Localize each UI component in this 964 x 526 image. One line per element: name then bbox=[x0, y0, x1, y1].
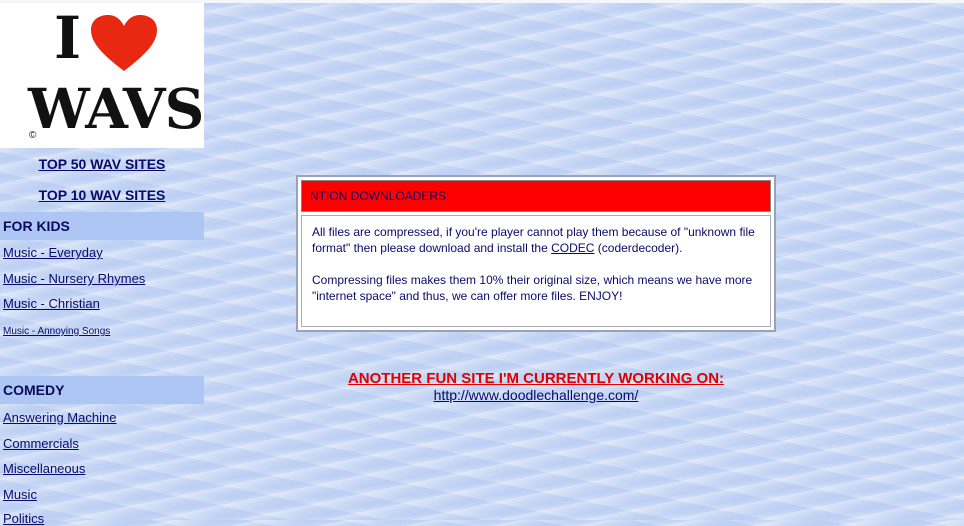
heart-icon bbox=[91, 15, 157, 71]
notice-body: All files are compressed, if you're play… bbox=[301, 215, 771, 327]
section-header-comedy: COMEDY bbox=[0, 376, 204, 404]
nav-link-music-everyday[interactable]: Music - Everyday bbox=[3, 245, 103, 260]
top10-link[interactable]: TOP 10 WAV SITES bbox=[0, 187, 204, 203]
notice-paragraph-2: Compressing files makes them 10% their o… bbox=[312, 273, 753, 303]
codec-link[interactable]: CODEC bbox=[551, 241, 594, 255]
fun-site-heading: ANOTHER FUN SITE I'M CURRENTLY WORKING O… bbox=[347, 370, 725, 387]
nav-link-commercials[interactable]: Commercials bbox=[3, 436, 79, 451]
top50-link[interactable]: TOP 50 WAV SITES bbox=[0, 156, 204, 172]
logo-letter: I bbox=[54, 4, 82, 72]
fun-site-block: ANOTHER FUN SITE I'M CURRENTLY WORKING O… bbox=[296, 370, 776, 405]
notice-box: NTION DOWNLOADERS: All files are compres… bbox=[296, 175, 776, 332]
nav-link-answering-machine[interactable]: Answering Machine bbox=[3, 410, 116, 425]
logo-word: WAVS bbox=[28, 76, 204, 141]
nav-link-annoying-songs[interactable]: Music - Annoying Songs bbox=[3, 326, 110, 337]
notice-header: NTION DOWNLOADERS: bbox=[301, 180, 771, 212]
site-logo: I WAVS © bbox=[0, 3, 204, 148]
nav-link-nursery-rhymes[interactable]: Music - Nursery Rhymes bbox=[3, 271, 145, 286]
nav-link-politics[interactable]: Politics bbox=[3, 511, 44, 526]
notice-text-1b: (coderdecoder). bbox=[594, 241, 683, 255]
notice-text-1a: All files are compressed, if you're play… bbox=[312, 225, 755, 255]
doodlechallenge-link[interactable]: http://www.doodlechallenge.com/ bbox=[434, 387, 639, 403]
nav-link-christian[interactable]: Music - Christian bbox=[3, 296, 100, 311]
nav-link-miscellaneous[interactable]: Miscellaneous bbox=[3, 461, 85, 476]
copyright-mark: © bbox=[29, 130, 37, 141]
notice-paragraph-1: All files are compressed, if you're play… bbox=[312, 224, 760, 256]
section-header-kids: FOR KIDS bbox=[0, 212, 204, 240]
nav-link-music[interactable]: Music bbox=[3, 487, 37, 502]
